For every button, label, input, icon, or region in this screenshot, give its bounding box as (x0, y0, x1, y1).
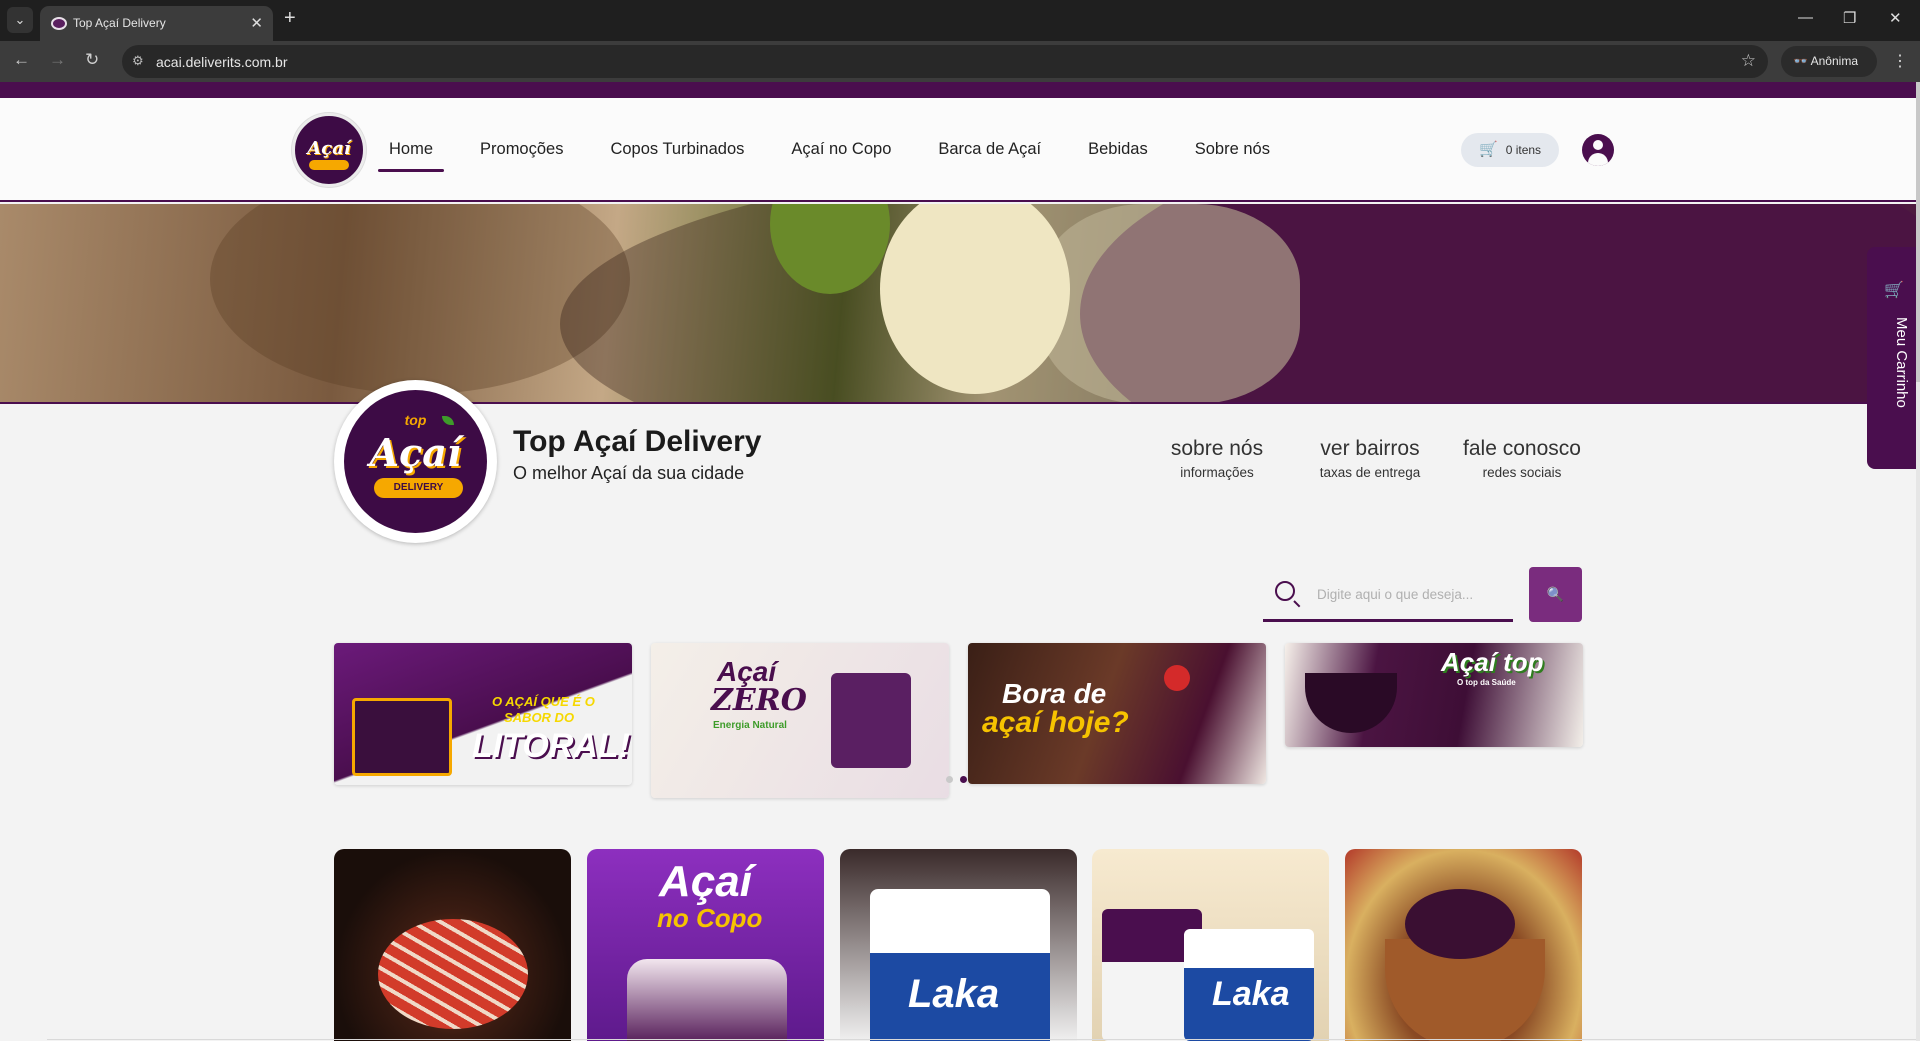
store-logo-ribbon: DELIVERY (374, 478, 463, 498)
forward-icon[interactable]: → (49, 50, 66, 70)
back-icon[interactable]: ← (13, 50, 30, 70)
category-text: Laka (1212, 975, 1290, 1013)
side-cart-label: Meu Carrinho (1893, 317, 1910, 408)
bookmark-star-icon[interactable]: ☆ (1741, 51, 1756, 71)
promo-text-2: SABOR DO (504, 710, 575, 725)
promo-text-1: Bora de (1002, 678, 1107, 709)
category-text-2: no Copo (657, 903, 763, 933)
acai-box-image (352, 698, 452, 776)
incognito-badge[interactable]: 👓 Anônima (1781, 46, 1877, 77)
store-name: Top Açaí Delivery (513, 425, 762, 458)
site-info-icon[interactable]: ⚙ (132, 53, 144, 69)
info-link-title: ver bairros (1320, 437, 1420, 460)
category-card-barca[interactable] (334, 849, 571, 1041)
search-box (1263, 567, 1513, 622)
header-logo[interactable]: Açaí (292, 113, 366, 187)
nav-item-acai-no-copo[interactable]: Açaí no Copo (780, 140, 902, 159)
category-card-oreo-copo[interactable]: Laka (840, 849, 1077, 1041)
store-logo-word: Açaí (369, 430, 462, 475)
tab-title: Top Açaí Delivery (73, 16, 166, 30)
store-tagline: O melhor Açaí da sua cidade (513, 463, 745, 483)
store-logo: top Açaí DELIVERY (334, 380, 497, 543)
strawberry-barca-image (378, 919, 528, 1029)
nav-item-home[interactable]: Home (378, 140, 445, 172)
browser-toolbar: ← → ↻ ⚙ acai.deliverits.com.br ☆ 👓 Anôni… (0, 41, 1920, 82)
promo-text-2: O top da Saúde (1457, 678, 1516, 687)
incognito-label: Anônima (1810, 54, 1858, 68)
info-link-subtitle: taxas de entrega (1319, 465, 1421, 480)
side-cart-icon: 🛒 (1884, 282, 1904, 299)
strawberry-image (1164, 665, 1190, 691)
cart-icon: 🛒 (1479, 141, 1498, 158)
nav-item-promocoes[interactable]: Promoções (469, 140, 574, 159)
promo-text-2: açaí hoje? (982, 706, 1129, 739)
hero-banner-image (0, 204, 1916, 404)
window-close-icon[interactable]: ✕ (1889, 9, 1902, 27)
category-card-acai-no-copo[interactable]: Açaí no Copo (587, 849, 824, 1041)
promo-text-1: O AÇAÍ QUE É O (492, 694, 595, 709)
nav-item-sobre-nos[interactable]: Sobre nós (1184, 140, 1281, 159)
info-link-sobre-nos[interactable]: sobre nós informações (1137, 437, 1297, 480)
divider (47, 1039, 1916, 1040)
reload-icon[interactable]: ↻ (85, 50, 99, 70)
promo-banner-acai-top[interactable]: Açaí top O top da Saúde (1285, 643, 1583, 747)
category-card-acai-tigela[interactable] (1345, 849, 1582, 1041)
page-scrollbar[interactable] (1916, 82, 1920, 1041)
search-icon (1275, 581, 1295, 601)
promo-text-3: LITORAL! (472, 727, 631, 765)
info-link-ver-bairros[interactable]: ver bairros taxas de entrega (1290, 437, 1450, 480)
carousel-dot-active[interactable] (960, 776, 967, 783)
cart-count: 0 itens (1505, 143, 1542, 157)
user-account-icon[interactable] (1582, 134, 1614, 166)
info-link-title: fale conosco (1463, 437, 1581, 460)
nav-item-barca-de-acai[interactable]: Barca de Açaí (927, 140, 1052, 159)
site-header: Açaí Home Promoções Copos Turbinados Aça… (0, 98, 1916, 202)
browser-tabbar: ⌄ Top Açaí Delivery ✕ + — ❐ ✕ (0, 0, 1920, 41)
promo-text-2: ZERO (711, 683, 807, 718)
cups-image (627, 959, 787, 1041)
promo-text-1: Açaí (717, 656, 777, 687)
restore-icon[interactable]: ❐ (1843, 9, 1856, 27)
oreo-cup-image (870, 889, 1050, 1041)
acai-bowl-image (1305, 673, 1397, 733)
category-card-copos-duplos[interactable]: Laka (1092, 849, 1329, 1041)
promo-banner-litoral[interactable]: O AÇAÍ QUE É O SABOR DO LITORAL! (334, 643, 632, 785)
new-tab-icon[interactable]: + (284, 7, 296, 30)
info-link-subtitle: informações (1180, 465, 1254, 480)
category-text: Laka (908, 972, 1000, 1016)
header-logo-word: Açaí (307, 138, 351, 159)
promo-banner-bora-de-acai[interactable]: Bora de açaí hoje? (968, 643, 1266, 784)
acai-scoop-image (1405, 889, 1515, 959)
carousel-dot[interactable] (946, 776, 953, 783)
category-text-1: Açaí (659, 857, 752, 906)
address-bar[interactable]: ⚙ acai.deliverits.com.br ☆ (122, 45, 1768, 78)
side-cart-tab[interactable]: 🛒 Meu Carrinho (1867, 247, 1916, 469)
tab-search-icon[interactable]: ⌄ (7, 7, 33, 33)
search-button-icon: 🔍 (1546, 586, 1565, 602)
cart-button[interactable]: 🛒 0 itens (1461, 133, 1559, 167)
search-input[interactable] (1317, 581, 1507, 607)
store-logo-top-text: top (404, 412, 427, 428)
promo-text-3: Energia Natural (713, 720, 787, 731)
info-link-title: sobre nós (1170, 437, 1264, 460)
address-url: acai.deliverits.com.br (156, 54, 288, 70)
search-button[interactable]: 🔍 (1529, 567, 1582, 622)
info-link-subtitle: redes sociais (1482, 465, 1562, 480)
incognito-icon: 👓 (1793, 54, 1808, 68)
browser-tab[interactable]: Top Açaí Delivery ✕ (40, 6, 273, 41)
tab-favicon-icon (51, 17, 67, 30)
minimize-icon[interactable]: — (1798, 9, 1813, 26)
browser-menu-icon[interactable]: ⋮ (1892, 51, 1908, 71)
main-nav: Home Promoções Copos Turbinados Açaí no … (378, 140, 1306, 172)
nav-item-copos-turbinados[interactable]: Copos Turbinados (599, 140, 755, 159)
nav-item-bebidas[interactable]: Bebidas (1077, 140, 1159, 159)
header-logo-ribbon (309, 160, 349, 170)
tab-close-icon[interactable]: ✕ (250, 14, 263, 32)
promo-text-1: Açaí top (1441, 647, 1544, 677)
product-tub-image (831, 673, 911, 768)
top-accent-strip (0, 82, 1916, 98)
info-link-fale-conosco[interactable]: fale conosco redes sociais (1442, 437, 1602, 480)
promo-banner-acai-zero[interactable]: Açaí ZERO Energia Natural (651, 643, 949, 798)
